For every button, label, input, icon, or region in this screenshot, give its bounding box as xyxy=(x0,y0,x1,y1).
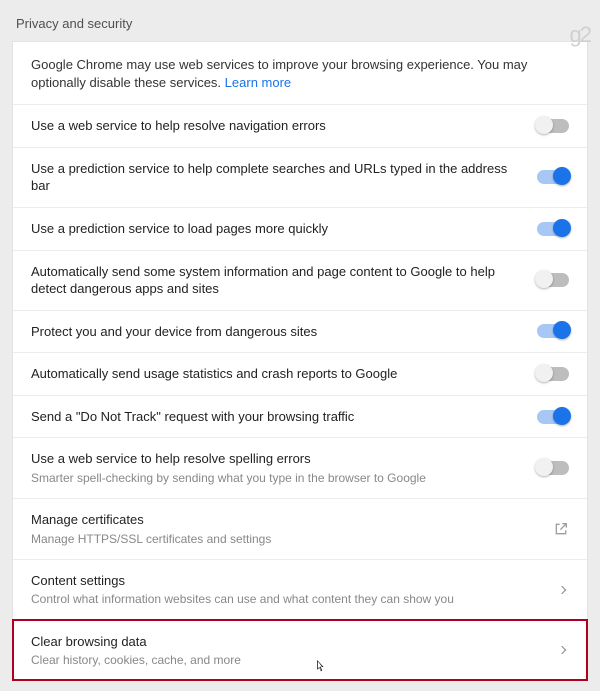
toggle-knob xyxy=(553,167,571,185)
setting-row-9[interactable]: Content settingsControl what information… xyxy=(13,559,587,620)
row-label: Content settings xyxy=(31,572,547,590)
learn-more-link[interactable]: Learn more xyxy=(225,75,291,90)
row-text: Use a web service to help resolve naviga… xyxy=(31,117,537,135)
row-label: Manage certificates xyxy=(31,511,541,529)
row-text: Manage certificates Manage HTTPS/SSL cert… xyxy=(31,511,553,547)
setting-row-1: Use a prediction service to help complet… xyxy=(13,147,587,207)
toggle-knob xyxy=(553,321,571,339)
setting-row-8[interactable]: Manage certificates Manage HTTPS/SSL cert… xyxy=(13,498,587,559)
privacy-card: Google Chrome may use web services to im… xyxy=(12,41,588,681)
row-sublabel: Manage HTTPS/SSL certificates and settin… xyxy=(31,531,541,547)
chevron-right-icon xyxy=(558,646,566,654)
row-label: Use a prediction service to help complet… xyxy=(31,160,525,195)
row-label: Protect you and your device from dangero… xyxy=(31,323,525,341)
setting-row-10[interactable]: Clear browsing dataClear history, cookie… xyxy=(13,620,587,681)
row-text: Use a prediction service to help complet… xyxy=(31,160,537,195)
row-label: Use a web service to help resolve spelli… xyxy=(31,450,525,468)
section-title: Privacy and security xyxy=(16,16,588,31)
row-sublabel: Smarter spell-checking by sending what y… xyxy=(31,470,525,486)
row-label: Use a prediction service to load pages m… xyxy=(31,220,525,238)
toggle-knob xyxy=(535,270,553,288)
setting-row-5: Automatically send usage statistics and … xyxy=(13,352,587,395)
toggle-switch[interactable] xyxy=(537,273,569,287)
toggle-switch[interactable] xyxy=(537,324,569,338)
row-text: Protect you and your device from dangero… xyxy=(31,323,537,341)
row-label: Clear browsing data xyxy=(31,633,547,651)
setting-row-4: Protect you and your device from dangero… xyxy=(13,310,587,353)
toggle-knob xyxy=(535,458,553,476)
toggle-knob xyxy=(553,219,571,237)
row-text: Send a "Do Not Track" request with your … xyxy=(31,408,537,426)
toggle-knob xyxy=(535,364,553,382)
row-text: Automatically send usage statistics and … xyxy=(31,365,537,383)
toggle-switch[interactable] xyxy=(537,410,569,424)
toggle-switch[interactable] xyxy=(537,170,569,184)
toggle-switch[interactable] xyxy=(537,461,569,475)
toggle-switch[interactable] xyxy=(537,222,569,236)
row-sublabel: Control what information websites can us… xyxy=(31,591,547,607)
setting-row-2: Use a prediction service to load pages m… xyxy=(13,207,587,250)
row-text: Clear browsing dataClear history, cookie… xyxy=(31,633,559,669)
intro-text: Google Chrome may use web services to im… xyxy=(13,42,587,104)
toggle-knob xyxy=(553,407,571,425)
toggle-switch[interactable] xyxy=(537,119,569,133)
row-label: Use a web service to help resolve naviga… xyxy=(31,117,525,135)
row-label: Automatically send usage statistics and … xyxy=(31,365,525,383)
row-text: Use a web service to help resolve spelli… xyxy=(31,450,537,486)
row-text: Automatically send some system informati… xyxy=(31,263,537,298)
toggle-knob xyxy=(535,116,553,134)
setting-row-0: Use a web service to help resolve naviga… xyxy=(13,104,587,147)
row-sublabel: Clear history, cookies, cache, and more xyxy=(31,652,547,668)
row-label: Automatically send some system informati… xyxy=(31,263,525,298)
external-link-icon xyxy=(553,521,569,537)
setting-row-7: Use a web service to help resolve spelli… xyxy=(13,437,587,498)
setting-row-6: Send a "Do Not Track" request with your … xyxy=(13,395,587,438)
watermark: g2 xyxy=(570,22,590,48)
row-text: Use a prediction service to load pages m… xyxy=(31,220,537,238)
row-label: Send a "Do Not Track" request with your … xyxy=(31,408,525,426)
row-text: Content settingsControl what information… xyxy=(31,572,559,608)
toggle-switch[interactable] xyxy=(537,367,569,381)
setting-row-3: Automatically send some system informati… xyxy=(13,250,587,310)
